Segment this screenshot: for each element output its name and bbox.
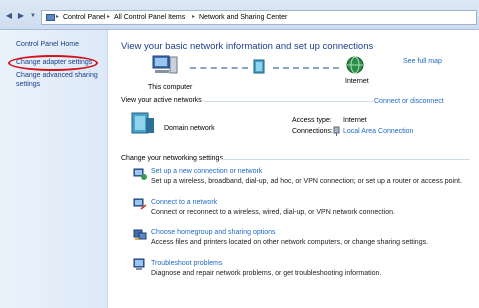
sidebar-item-control-panel-home[interactable]: Control Panel Home	[16, 40, 79, 49]
access-type-label: Access type:	[292, 117, 332, 124]
active-networks-header: View your active networks	[121, 97, 202, 104]
task-connect-network-desc: Connect or reconnect to a wireless, wire…	[151, 209, 395, 216]
connections-label: Connections:	[292, 128, 333, 135]
new-connection-icon	[133, 168, 147, 180]
task-setup-connection-desc: Set up a wireless, broadband, dial-up, a…	[151, 178, 462, 185]
access-type-value: Internet	[343, 117, 367, 124]
control-panel-icon	[46, 14, 55, 21]
globe-icon[interactable]	[346, 56, 364, 74]
task-troubleshoot-desc: Diagnose and repair network problems, or…	[151, 270, 382, 277]
chevron-right-icon[interactable]: ▸	[56, 13, 59, 22]
chevron-right-icon[interactable]: ▸	[107, 13, 110, 22]
task-homegroup-desc: Access files and printers located on oth…	[151, 239, 429, 246]
computer-icon	[152, 55, 178, 74]
sidebar: Control Panel Home Change adapter settin…	[0, 30, 108, 308]
task-connect-network-link[interactable]: Connect to a network	[151, 198, 217, 207]
divider	[203, 101, 373, 102]
breadcrumb-network-sharing[interactable]: Network and Sharing Center	[199, 13, 287, 22]
task-setup-connection-link[interactable]: Set up a new connection or network	[151, 167, 262, 176]
network-icon[interactable]	[252, 58, 268, 76]
ethernet-icon	[333, 126, 340, 136]
domain-network-icon	[131, 112, 154, 134]
map-internet-label: Internet	[345, 78, 369, 85]
divider	[220, 159, 470, 160]
breadcrumb-control-panel[interactable]: Control Panel	[63, 13, 105, 22]
network-name: Domain network	[164, 125, 215, 132]
forward-arrow-icon[interactable]: ▶	[16, 11, 26, 21]
main-panel: View your basic network information and …	[108, 30, 479, 308]
local-area-connection-link[interactable]: Local Area Connection	[343, 127, 413, 136]
map-link-line	[273, 67, 339, 69]
highlight-circle	[8, 55, 98, 71]
history-dropdown-icon[interactable]: ▼	[28, 11, 38, 21]
connect-network-icon	[133, 198, 147, 210]
troubleshoot-icon	[133, 258, 145, 270]
networking-settings-header: Change your networking settings	[121, 155, 223, 162]
back-arrow-icon[interactable]: ◀	[4, 11, 14, 21]
map-link-line	[190, 67, 248, 69]
breadcrumb[interactable]: ▸ Control Panel ▸ All Control Panel Item…	[41, 10, 477, 25]
address-bar: ◀ ▶ ▼ ▸ Control Panel ▸ All Control Pane…	[0, 0, 479, 30]
chevron-right-icon[interactable]: ▸	[192, 13, 195, 22]
map-computer-label: This computer	[148, 84, 193, 91]
homegroup-icon	[133, 229, 147, 240]
task-troubleshoot-link[interactable]: Troubleshoot problems	[151, 259, 222, 268]
connect-disconnect-link[interactable]: Connect or disconnect	[374, 97, 444, 106]
sidebar-item-change-advanced-sharing-cont[interactable]: settings	[16, 80, 40, 89]
breadcrumb-all-items[interactable]: All Control Panel Items	[114, 13, 185, 22]
page-title: View your basic network information and …	[121, 41, 374, 52]
see-full-map-link[interactable]: See full map	[403, 57, 442, 66]
task-homegroup-link[interactable]: Choose homegroup and sharing options	[151, 228, 276, 237]
sidebar-item-change-advanced-sharing[interactable]: Change advanced sharing	[16, 71, 98, 80]
